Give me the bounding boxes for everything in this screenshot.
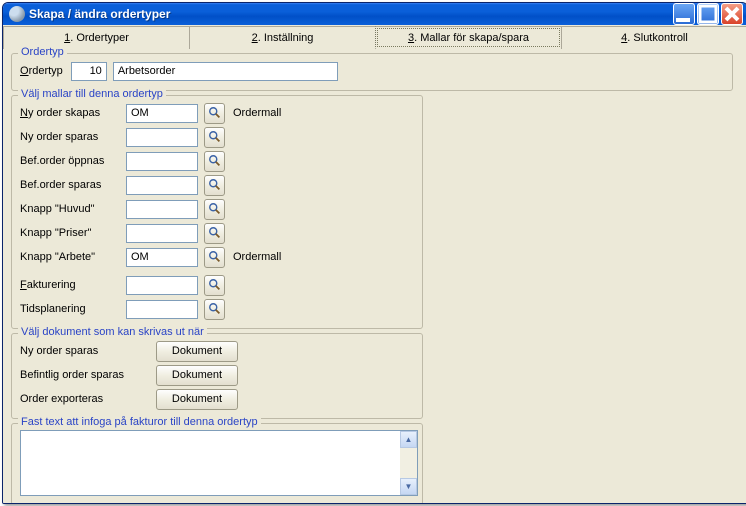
doc-row-ny_order_sparas_doc: Ny order sparas Dokument bbox=[20, 340, 414, 362]
search-icon bbox=[208, 154, 222, 168]
label-ordertyp: Ordertyp bbox=[20, 65, 63, 77]
doc-row-befintlig_order_sparas_doc: Befintlig order sparas Dokument bbox=[20, 364, 414, 386]
template-row-knapp_arbete: Knapp "Arbete" Ordermall bbox=[20, 246, 414, 268]
label-ny_order_skapas: Ny order skapas bbox=[20, 107, 120, 119]
doc-row-order_exporteras_doc: Order exporteras Dokument bbox=[20, 388, 414, 410]
dokument-button-ny_order_sparas_doc[interactable]: Dokument bbox=[156, 341, 238, 362]
input-fakturering[interactable] bbox=[126, 276, 198, 295]
tab-installning[interactable]: 2. Inställning bbox=[189, 26, 376, 49]
fasttext-input[interactable] bbox=[21, 431, 400, 495]
label-knapp_huvud: Knapp "Huvud" bbox=[20, 203, 120, 215]
search-icon bbox=[208, 202, 222, 216]
app-icon bbox=[9, 6, 25, 22]
template-row-bef_order_sparas: Bef.order sparas bbox=[20, 174, 414, 196]
scroll-down-button[interactable]: ▼ bbox=[400, 478, 417, 495]
lookup-button-bef_order_sparas[interactable] bbox=[204, 175, 225, 196]
label-bef_order_oppnas: Bef.order öppnas bbox=[20, 155, 120, 167]
label-order_exporteras_doc: Order exporteras bbox=[20, 393, 150, 405]
search-icon bbox=[208, 278, 222, 292]
search-icon bbox=[208, 178, 222, 192]
label-ny_order_sparas_doc: Ny order sparas bbox=[20, 345, 150, 357]
dokument-button-befintlig_order_sparas_doc[interactable]: Dokument bbox=[156, 365, 238, 386]
lookup-button-knapp_arbete[interactable] bbox=[204, 247, 225, 268]
input-knapp_priser[interactable] bbox=[126, 224, 198, 243]
scrollbar-vertical[interactable]: ▲ ▼ bbox=[400, 431, 417, 495]
tabstrip: 1. Ordertyper 2. Inställning 3. Mallar f… bbox=[3, 25, 746, 49]
group-fasttext: Fast text att infoga på fakturor till de… bbox=[11, 423, 423, 504]
template-row-tidsplanering: Tidsplanering bbox=[20, 298, 414, 320]
value-label-ny_order_skapas: Ordermall bbox=[231, 107, 281, 119]
lookup-button-knapp_huvud[interactable] bbox=[204, 199, 225, 220]
client-area: 1. Ordertyper 2. Inställning 3. Mallar f… bbox=[3, 25, 746, 504]
label-tidsplanering: Tidsplanering bbox=[20, 303, 120, 315]
label-befintlig_order_sparas_doc: Befintlig order sparas bbox=[20, 369, 150, 381]
legend-fasttext: Fast text att infoga på fakturor till de… bbox=[18, 416, 261, 428]
template-row-ny_order_sparas: Ny order sparas bbox=[20, 126, 414, 148]
search-icon bbox=[208, 106, 222, 120]
group-docs: Välj dokument som kan skrivas ut när Ny … bbox=[11, 333, 423, 419]
lookup-button-bef_order_oppnas[interactable] bbox=[204, 151, 225, 172]
template-row-ny_order_skapas: Ny order skapas Ordermall bbox=[20, 102, 414, 124]
input-tidsplanering[interactable] bbox=[126, 300, 198, 319]
input-ny_order_sparas[interactable] bbox=[126, 128, 198, 147]
group-ordertyp: Ordertyp Ordertyp bbox=[11, 53, 733, 91]
label-bef_order_sparas: Bef.order sparas bbox=[20, 179, 120, 191]
input-ny_order_skapas[interactable] bbox=[126, 104, 198, 123]
value-label-knapp_arbete: Ordermall bbox=[231, 251, 281, 263]
template-row-knapp_priser: Knapp "Priser" bbox=[20, 222, 414, 244]
close-button[interactable] bbox=[721, 3, 743, 25]
lookup-button-ny_order_sparas[interactable] bbox=[204, 127, 225, 148]
template-row-knapp_huvud: Knapp "Huvud" bbox=[20, 198, 414, 220]
search-icon bbox=[208, 130, 222, 144]
label-ny_order_sparas: Ny order sparas bbox=[20, 131, 120, 143]
label-knapp_priser: Knapp "Priser" bbox=[20, 227, 120, 239]
lookup-button-knapp_priser[interactable] bbox=[204, 223, 225, 244]
app-window: Skapa / ändra ordertyper 1. Ordertyper 2… bbox=[2, 2, 746, 504]
input-ordertyp-name[interactable] bbox=[113, 62, 338, 81]
scroll-up-button[interactable]: ▲ bbox=[400, 431, 417, 448]
label-fakturering: Fakturering bbox=[20, 279, 120, 291]
tab-slutkontroll[interactable]: 4. Slutkontroll bbox=[561, 26, 746, 49]
input-ordertyp-code[interactable] bbox=[71, 62, 107, 81]
fasttext-wrap: ▲ ▼ bbox=[20, 430, 418, 496]
lookup-button-ny_order_skapas[interactable] bbox=[204, 103, 225, 124]
lookup-button-fakturering[interactable] bbox=[204, 275, 225, 296]
input-bef_order_oppnas[interactable] bbox=[126, 152, 198, 171]
legend-ordertyp: Ordertyp bbox=[18, 46, 67, 58]
template-row-bef_order_oppnas: Bef.order öppnas bbox=[20, 150, 414, 172]
group-templates: Välj mallar till denna ordertyp Ny order… bbox=[11, 95, 423, 329]
template-row-fakturering: Fakturering bbox=[20, 274, 414, 296]
titlebar: Skapa / ändra ordertyper bbox=[3, 3, 746, 25]
tab-mallar[interactable]: 3. Mallar för skapa/spara bbox=[375, 26, 562, 49]
minimize-button[interactable] bbox=[673, 3, 695, 25]
search-icon bbox=[208, 302, 222, 316]
search-icon bbox=[208, 250, 222, 264]
lookup-button-tidsplanering[interactable] bbox=[204, 299, 225, 320]
input-knapp_huvud[interactable] bbox=[126, 200, 198, 219]
input-bef_order_sparas[interactable] bbox=[126, 176, 198, 195]
tab-content: Ordertyp Ordertyp Välj mallar till denna… bbox=[3, 49, 746, 504]
label-knapp_arbete: Knapp "Arbete" bbox=[20, 251, 120, 263]
window-title: Skapa / ändra ordertyper bbox=[29, 7, 673, 21]
input-knapp_arbete[interactable] bbox=[126, 248, 198, 267]
legend-templates: Välj mallar till denna ordertyp bbox=[18, 88, 166, 100]
maximize-button[interactable] bbox=[697, 3, 719, 25]
search-icon bbox=[208, 226, 222, 240]
legend-docs: Välj dokument som kan skrivas ut när bbox=[18, 326, 207, 338]
dokument-button-order_exporteras_doc[interactable]: Dokument bbox=[156, 389, 238, 410]
